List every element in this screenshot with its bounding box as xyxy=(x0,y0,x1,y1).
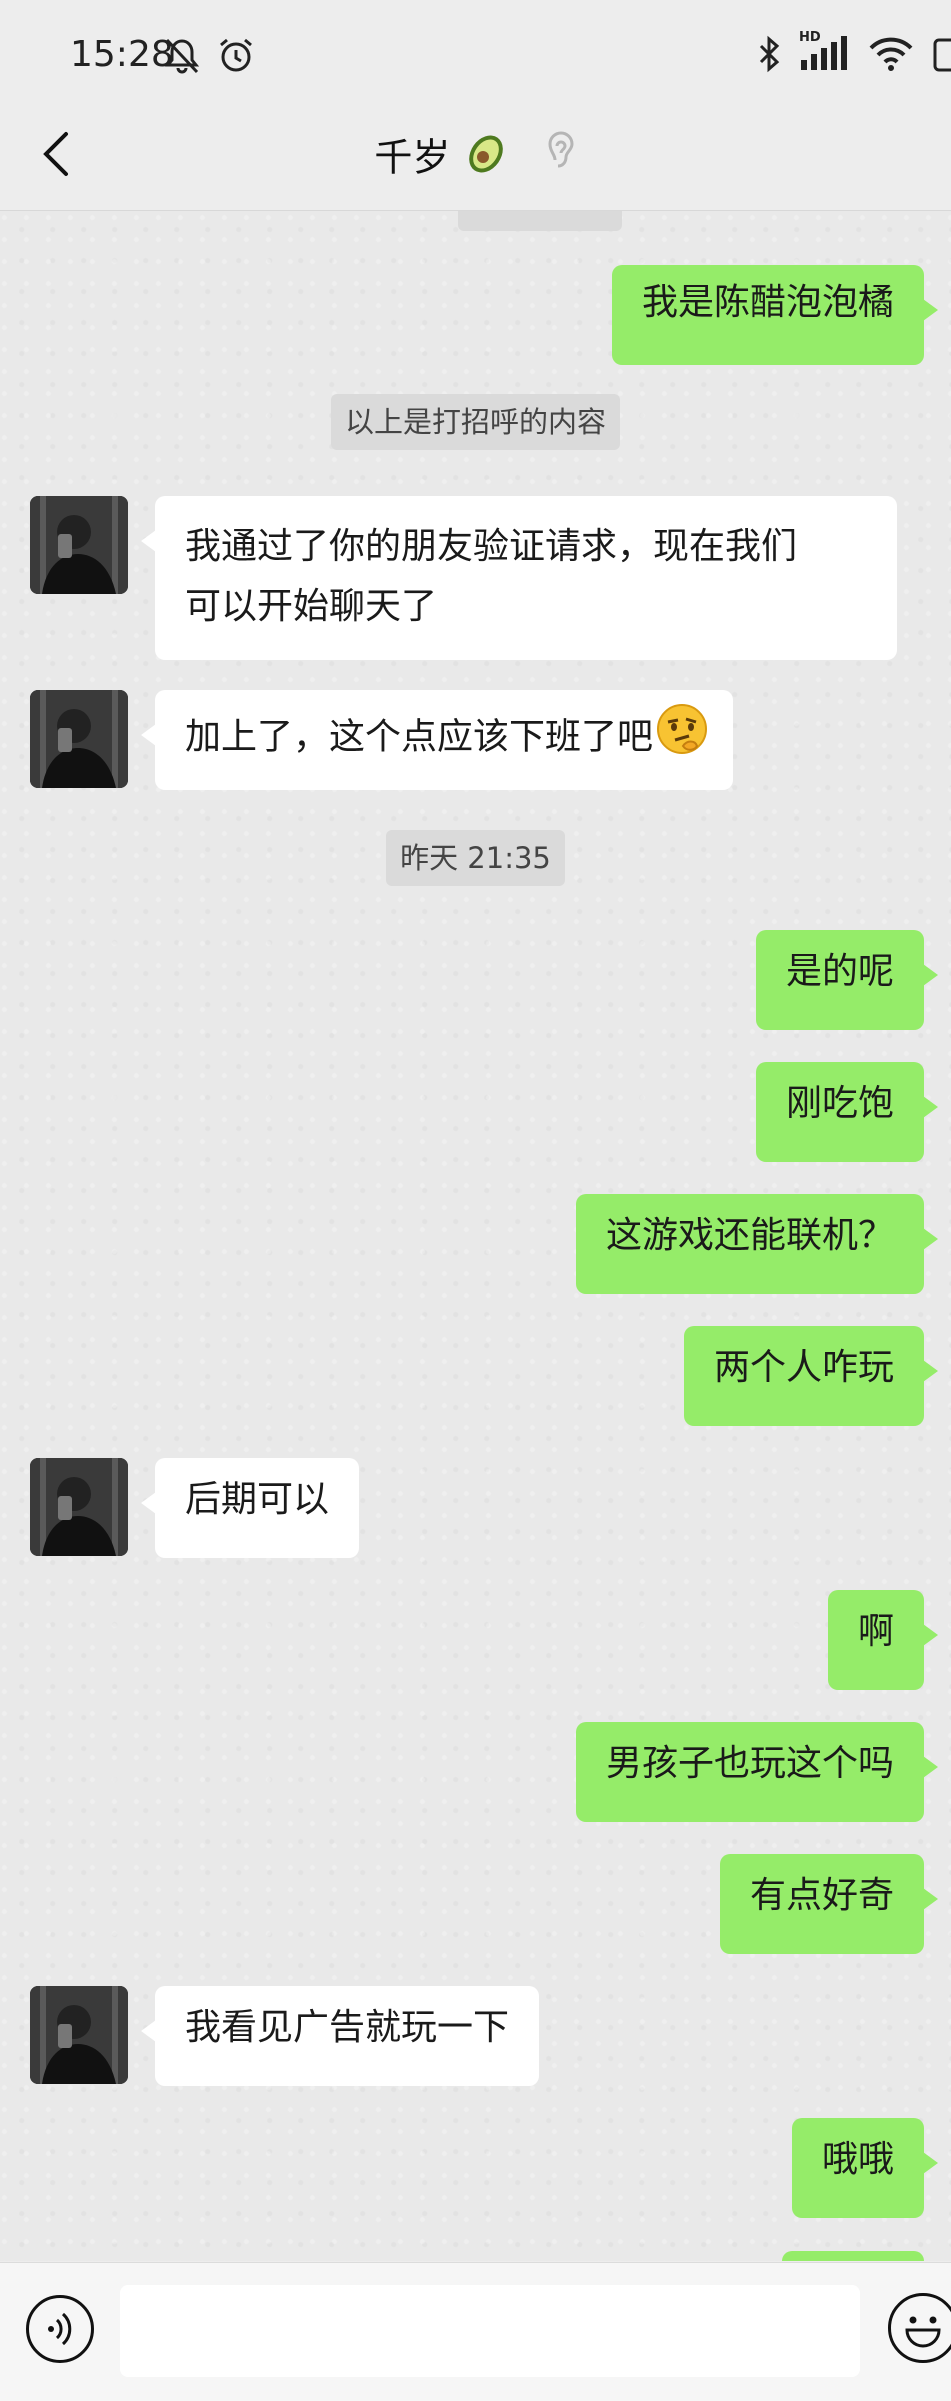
message-bubble[interactable]: 是的呢 xyxy=(755,930,939,1030)
message-bubble[interactable]: 两个人咋玩 xyxy=(683,1326,939,1426)
avatar[interactable] xyxy=(30,690,128,788)
bluetooth-icon xyxy=(757,34,783,78)
message-bubble[interactable]: 我是陈醋泡泡橘 xyxy=(611,265,939,365)
status-bar: 15:28 HD xyxy=(0,0,951,100)
voice-button[interactable] xyxy=(26,2295,94,2363)
message-bubble[interactable]: 刚吃饱 xyxy=(755,1062,939,1162)
message-bubble[interactable]: 这游戏还能联机？ xyxy=(575,1194,939,1294)
message-bubble[interactable]: 哦哦 xyxy=(791,2118,939,2218)
message-bubble[interactable]: 我看见广告就玩一下 xyxy=(140,1986,540,2086)
timestamp: 昨天 21:35 xyxy=(0,830,951,886)
avatar[interactable] xyxy=(30,496,128,594)
message-bubble[interactable]: 男孩子也玩这个吗 xyxy=(575,1722,939,1822)
message-bubble[interactable]: 啊 xyxy=(827,1590,939,1690)
message-bubble[interactable]: 我通过了你的朋友验证请求，现在我们 可以开始聊天了 xyxy=(141,496,897,660)
message-input[interactable] xyxy=(120,2285,860,2377)
message-bubble[interactable]: 有点好奇 xyxy=(719,1854,939,1954)
system-notice xyxy=(458,211,622,231)
message-bubble[interactable]: 加上了，这个点应该下班了吧 xyxy=(140,690,734,790)
message-list[interactable]: 我是陈醋泡泡橘 以上是打招呼的内容 我通过了你的朋友验证请求，现在我们 可以开始… xyxy=(0,211,951,2261)
wifi-icon xyxy=(867,34,915,78)
thinking-face-emoji xyxy=(655,702,709,775)
avatar[interactable] xyxy=(30,1458,128,1556)
signal-icon: HD xyxy=(799,30,851,78)
emoji-button[interactable] xyxy=(888,2293,951,2363)
status-time: 15:28 xyxy=(70,34,174,75)
battery-icon xyxy=(931,34,951,78)
emoji-icon xyxy=(905,2316,941,2348)
ear-icon[interactable] xyxy=(547,130,577,178)
alarm-icon xyxy=(216,36,256,80)
chat-title: 千岁 xyxy=(374,135,451,180)
chat-header: 千岁 xyxy=(0,100,951,211)
message-bubble-partial xyxy=(782,2251,924,2261)
message-bubble[interactable]: 后期可以 xyxy=(140,1458,360,1558)
mute-bell-icon xyxy=(162,36,202,80)
avocado-emoji xyxy=(460,126,512,182)
system-notice: 以上是打招呼的内容 xyxy=(0,394,951,450)
input-bar xyxy=(0,2262,951,2401)
voice-icon xyxy=(48,2312,72,2346)
avatar[interactable] xyxy=(30,1986,128,2084)
